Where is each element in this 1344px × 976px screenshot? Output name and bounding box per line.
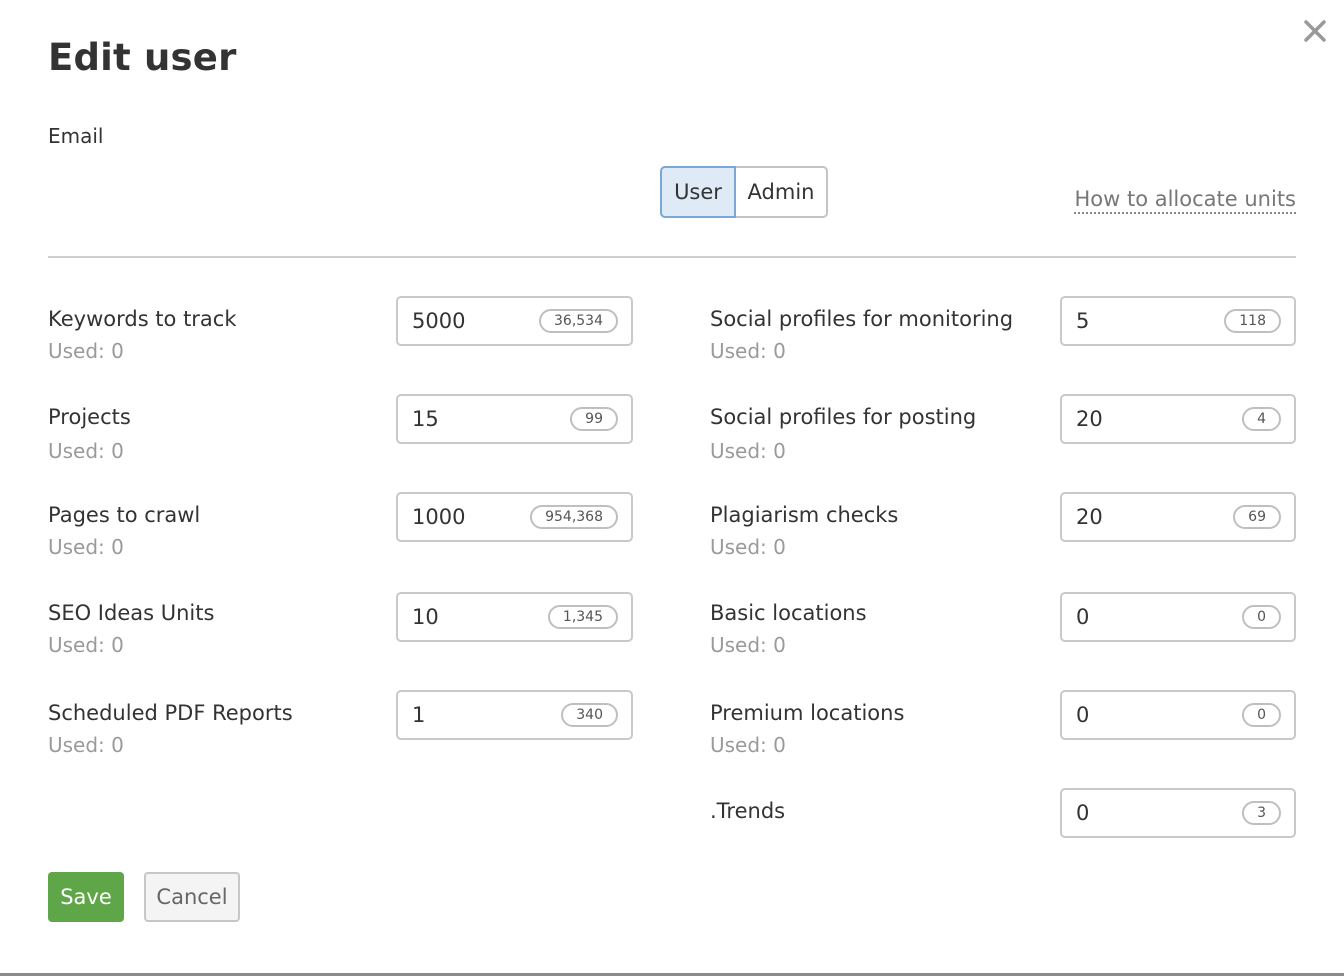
field-label: Premium locations: [710, 701, 905, 725]
field-used: Used: 0: [710, 339, 786, 363]
how-to-allocate-units-link[interactable]: How to allocate units: [1074, 186, 1296, 214]
available-badge: 0: [1242, 605, 1281, 629]
field-label: Pages to crawl: [48, 503, 201, 527]
available-badge: 4: [1242, 407, 1281, 431]
pdf-reports-input[interactable]: [412, 702, 532, 728]
email-label: Email: [48, 124, 104, 148]
field-label: Projects: [48, 405, 131, 429]
social-posting-input-box: 4: [1060, 394, 1296, 444]
field-used: Used: 0: [710, 439, 786, 463]
pages-input-box: 954,368: [396, 492, 633, 542]
keywords-input-box: 36,534: [396, 296, 633, 346]
seo-ideas-input-box: 1,345: [396, 592, 633, 642]
keywords-input[interactable]: [412, 308, 532, 334]
trends-input[interactable]: [1076, 800, 1196, 826]
field-label: Social profiles for posting: [710, 405, 977, 429]
edit-user-dialog: Edit user Email User Admin How to alloca…: [0, 0, 1344, 976]
premium-locations-input-box: 0: [1060, 690, 1296, 740]
close-button[interactable]: [1301, 17, 1329, 45]
field-used: Used: 0: [48, 733, 124, 757]
field-label: .Trends: [710, 799, 786, 823]
field-used: Used: 0: [48, 633, 124, 657]
field-used: Used: 0: [48, 439, 124, 463]
available-badge: 0: [1242, 703, 1281, 727]
available-badge: 118: [1224, 309, 1281, 333]
cancel-button[interactable]: Cancel: [144, 872, 240, 922]
plagiarism-input-box: 69: [1060, 492, 1296, 542]
available-badge: 3: [1242, 801, 1281, 825]
premium-locations-input[interactable]: [1076, 702, 1196, 728]
field-label: SEO Ideas Units: [48, 601, 215, 625]
available-badge: 99: [570, 407, 618, 431]
basic-locations-input[interactable]: [1076, 604, 1196, 630]
available-badge: 954,368: [530, 505, 618, 529]
field-label: Basic locations: [710, 601, 867, 625]
available-badge: 340: [561, 703, 618, 727]
field-label: Scheduled PDF Reports: [48, 701, 293, 725]
projects-input[interactable]: [412, 406, 532, 432]
field-label: Social profiles for monitoring: [710, 307, 1014, 331]
social-monitoring-input[interactable]: [1076, 308, 1196, 334]
close-icon: [1304, 20, 1326, 42]
social-posting-input[interactable]: [1076, 406, 1196, 432]
save-button[interactable]: Save: [48, 872, 124, 922]
field-label: Keywords to track: [48, 307, 237, 331]
dialog-title: Edit user: [48, 36, 237, 79]
available-badge: 1,345: [547, 605, 618, 629]
trends-input-box: 3: [1060, 788, 1296, 838]
field-used: Used: 0: [48, 535, 124, 559]
divider: [48, 256, 1296, 258]
field-used: Used: 0: [710, 535, 786, 559]
field-used: Used: 0: [48, 339, 124, 363]
pages-input[interactable]: [412, 504, 532, 530]
projects-input-box: 99: [396, 394, 633, 444]
available-badge: 69: [1233, 505, 1281, 529]
available-badge: 36,534: [539, 309, 618, 333]
role-user-button[interactable]: User: [660, 166, 736, 218]
plagiarism-input[interactable]: [1076, 504, 1196, 530]
pdf-reports-input-box: 340: [396, 690, 633, 740]
field-label: Plagiarism checks: [710, 503, 899, 527]
basic-locations-input-box: 0: [1060, 592, 1296, 642]
seo-ideas-input[interactable]: [412, 604, 532, 630]
field-used: Used: 0: [710, 633, 786, 657]
social-monitoring-input-box: 118: [1060, 296, 1296, 346]
field-used: Used: 0: [710, 733, 786, 757]
role-toggle: User Admin: [660, 166, 828, 218]
role-admin-button[interactable]: Admin: [736, 166, 828, 218]
